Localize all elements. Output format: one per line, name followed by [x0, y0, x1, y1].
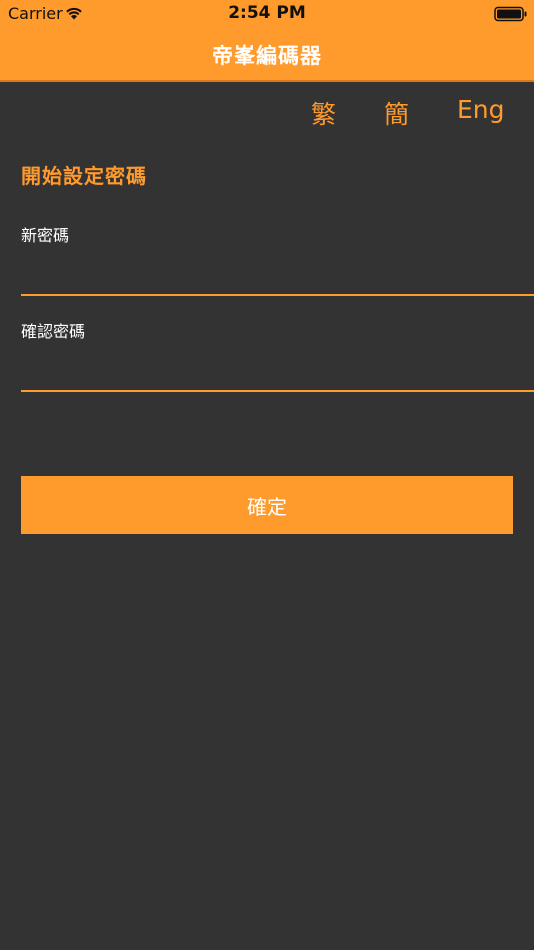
new-password-input[interactable]: [21, 260, 534, 296]
section-title: 開始設定密碼: [21, 164, 147, 188]
language-simplified-button[interactable]: 簡: [384, 95, 409, 131]
confirm-password-label: 確認密碼: [21, 322, 86, 341]
confirm-button[interactable]: 確定: [21, 476, 513, 534]
new-password-label: 新密碼: [21, 226, 70, 245]
battery-icon: [494, 6, 527, 22]
status-time: 2:54 PM: [228, 3, 306, 23]
language-english-button[interactable]: Eng: [457, 95, 505, 124]
confirm-password-input[interactable]: [21, 356, 534, 392]
language-traditional-button[interactable]: 繁: [311, 95, 336, 131]
status-bar: Carrier 2:54 PM: [0, 0, 534, 28]
header-divider: [0, 80, 534, 82]
app-title: 帝峯編碼器: [212, 44, 322, 68]
